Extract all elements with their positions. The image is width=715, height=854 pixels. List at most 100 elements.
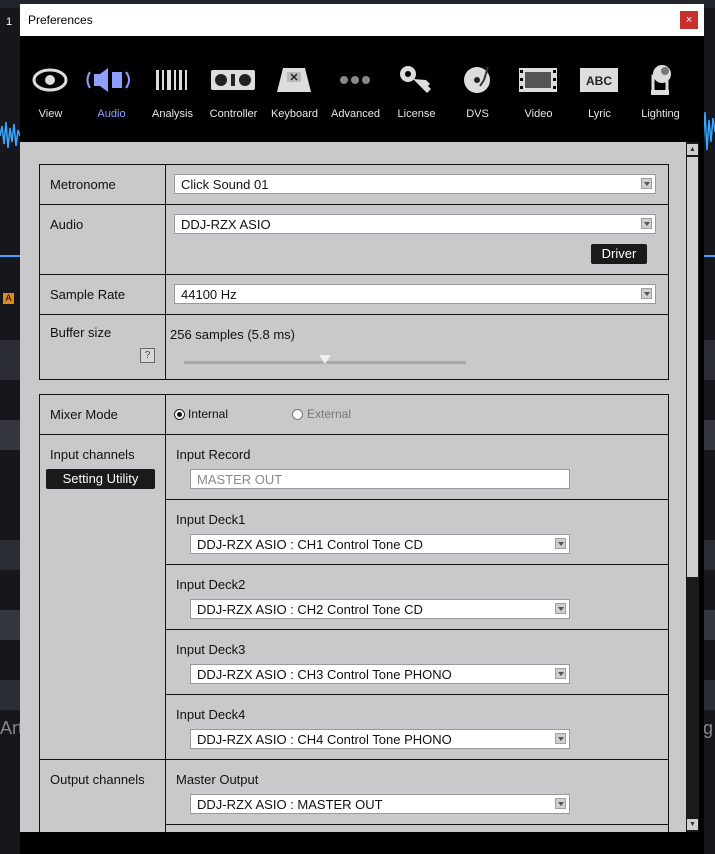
- toolbar-item-lyric[interactable]: ABC Lyric: [569, 36, 630, 138]
- scroll-down-arrow-icon[interactable]: ▼: [687, 819, 698, 830]
- toolbar-item-analysis[interactable]: Analysis: [142, 36, 203, 138]
- metronome-value: Click Sound 01: [181, 177, 269, 192]
- abc-icon: ABC: [580, 68, 618, 92]
- speaker-icon: [86, 68, 130, 92]
- input-channels-label-cell: Input channels Setting Utility: [40, 435, 166, 760]
- moving-light-icon: [651, 65, 671, 95]
- input-deck2-value: DDJ-RZX ASIO : CH2 Control Tone CD: [197, 602, 423, 617]
- sample-rate-value: 44100 Hz: [181, 287, 237, 302]
- chevron-down-icon: [555, 798, 566, 809]
- audio-device-value: DDJ-RZX ASIO: [181, 217, 271, 232]
- toolbar-item-label: Controller: [209, 108, 258, 120]
- toolbar-item-keyboard[interactable]: Keyboard: [264, 36, 325, 138]
- metronome-label-cell: Metronome: [40, 165, 166, 204]
- help-icon[interactable]: ?: [140, 348, 155, 363]
- chevron-down-icon: [641, 288, 652, 299]
- scroll-up-arrow-icon[interactable]: ▲: [687, 144, 698, 155]
- toolbar-item-advanced[interactable]: Advanced: [325, 36, 386, 138]
- toolbar-item-audio[interactable]: Audio: [81, 36, 142, 138]
- toolbar-item-label: View: [38, 108, 63, 120]
- input-record-value: MASTER OUT: [197, 472, 283, 487]
- chevron-down-icon: [641, 178, 652, 189]
- input-deck4-dropdown[interactable]: DDJ-RZX ASIO : CH4 Control Tone PHONO: [190, 729, 570, 749]
- master-output-label: Master Output: [176, 772, 259, 787]
- input-record-row: Input Record MASTER OUT: [166, 435, 668, 500]
- toolbar-item-lighting[interactable]: Lighting: [630, 36, 691, 138]
- background-a-badge: A: [3, 293, 14, 304]
- buffer-size-label: Buffer size: [50, 325, 112, 340]
- sample-rate-dropdown[interactable]: 44100 Hz: [174, 284, 656, 304]
- chevron-down-icon: [555, 538, 566, 549]
- input-channels-label: Input channels: [50, 447, 135, 462]
- toolbar-item-label: DVS: [466, 108, 489, 120]
- input-deck3-label: Input Deck3: [176, 642, 246, 657]
- buffer-size-value-cell: 256 samples (5.8 ms): [166, 315, 668, 379]
- title-bar[interactable]: Preferences ×: [20, 4, 704, 36]
- sample-rate-label: Sample Rate: [50, 287, 126, 302]
- driver-button[interactable]: Driver: [591, 244, 647, 264]
- turntable-icon: [464, 66, 490, 93]
- input-deck2-dropdown[interactable]: DDJ-RZX ASIO : CH2 Control Tone CD: [190, 599, 570, 619]
- chevron-down-icon: [555, 603, 566, 614]
- output-channels-label-cell: Output channels: [40, 760, 166, 832]
- chevron-down-icon: [555, 733, 566, 744]
- close-button[interactable]: ×: [680, 11, 698, 29]
- sample-rate-row: Sample Rate 44100 Hz: [40, 275, 668, 315]
- audio-device-dropdown[interactable]: DDJ-RZX ASIO: [174, 214, 656, 234]
- toolbar-item-video[interactable]: Video: [508, 36, 569, 138]
- input-deck1-value: DDJ-RZX ASIO : CH1 Control Tone CD: [197, 537, 423, 552]
- input-deck1-row: Input Deck1 DDJ-RZX ASIO : CH1 Control T…: [166, 500, 668, 565]
- key-icon: [400, 66, 431, 93]
- toolbar-item-label: Lighting: [641, 108, 680, 120]
- external-radio[interactable]: [292, 409, 303, 420]
- metronome-value-cell: Click Sound 01: [166, 165, 668, 204]
- toolbar-item-dvs[interactable]: DVS: [447, 36, 508, 138]
- input-deck1-dropdown[interactable]: DDJ-RZX ASIO : CH1 Control Tone CD: [190, 534, 570, 554]
- input-deck3-dropdown[interactable]: DDJ-RZX ASIO : CH3 Control Tone PHONO: [190, 664, 570, 684]
- input-deck3-value: DDJ-RZX ASIO : CH3 Control Tone PHONO: [197, 667, 452, 682]
- buffer-size-value: 256 samples (5.8 ms): [170, 327, 295, 342]
- metronome-row: Metronome Click Sound 01: [40, 165, 668, 205]
- metronome-label: Metronome: [50, 177, 116, 192]
- input-deck2-row: Input Deck2 DDJ-RZX ASIO : CH2 Control T…: [166, 565, 668, 630]
- vertical-scrollbar[interactable]: ▲ ▼: [686, 142, 699, 832]
- waveform-left: [0, 121, 20, 149]
- toolbar-item-controller[interactable]: Controller: [203, 36, 264, 138]
- sample-rate-label-cell: Sample Rate: [40, 275, 166, 314]
- controller-icon: [211, 70, 255, 90]
- input-deck4-value: DDJ-RZX ASIO : CH4 Control Tone PHONO: [197, 732, 452, 747]
- toolbar-item-label: Audio: [97, 108, 126, 120]
- input-deck4-row: Input Deck4 DDJ-RZX ASIO : CH4 Control T…: [166, 695, 668, 760]
- output-channels-label: Output channels: [50, 772, 145, 787]
- toolbar-item-view[interactable]: View: [20, 36, 81, 138]
- mixer-panel: Mixer Mode Internal External Input chann…: [39, 394, 669, 832]
- internal-radio-label[interactable]: Internal: [188, 407, 228, 421]
- window-title: Preferences: [28, 13, 93, 27]
- eye-icon: [32, 68, 68, 92]
- sample-rate-value-cell: 44100 Hz: [166, 275, 668, 314]
- audio-label-cell: Audio: [40, 205, 166, 274]
- input-deck3-row: Input Deck3 DDJ-RZX ASIO : CH3 Control T…: [166, 630, 668, 695]
- preferences-dialog: Preferences × View Audio Analysis Contro…: [20, 4, 704, 854]
- metronome-dropdown[interactable]: Click Sound 01: [174, 174, 656, 194]
- master-output-value: DDJ-RZX ASIO : MASTER OUT: [197, 797, 383, 812]
- toolbar-item-label: Video: [524, 108, 553, 120]
- toolbar-item-label: Lyric: [588, 108, 611, 120]
- setting-utility-button[interactable]: Setting Utility: [46, 469, 155, 489]
- toolbar-item-label: Advanced: [331, 108, 380, 120]
- analysis-bars-icon: [156, 70, 187, 90]
- input-record-field[interactable]: MASTER OUT: [190, 469, 570, 489]
- category-toolbar: View Audio Analysis Controller Keyboard …: [20, 36, 704, 138]
- buffer-size-label-cell: Buffer size ?: [40, 315, 166, 379]
- input-deck1-label: Input Deck1: [176, 512, 246, 527]
- mixer-mode-row: Mixer Mode Internal External: [40, 395, 668, 435]
- input-deck2-label: Input Deck2: [176, 577, 246, 592]
- buffer-size-slider-thumb[interactable]: [319, 355, 331, 364]
- scrollbar-thumb[interactable]: [687, 157, 698, 577]
- mixer-mode-label-cell: Mixer Mode: [40, 395, 166, 434]
- external-radio-label[interactable]: External: [307, 407, 351, 421]
- three-dots-icon: [340, 76, 370, 84]
- internal-radio[interactable]: [174, 409, 185, 420]
- master-output-dropdown[interactable]: DDJ-RZX ASIO : MASTER OUT: [190, 794, 570, 814]
- toolbar-item-license[interactable]: License: [386, 36, 447, 138]
